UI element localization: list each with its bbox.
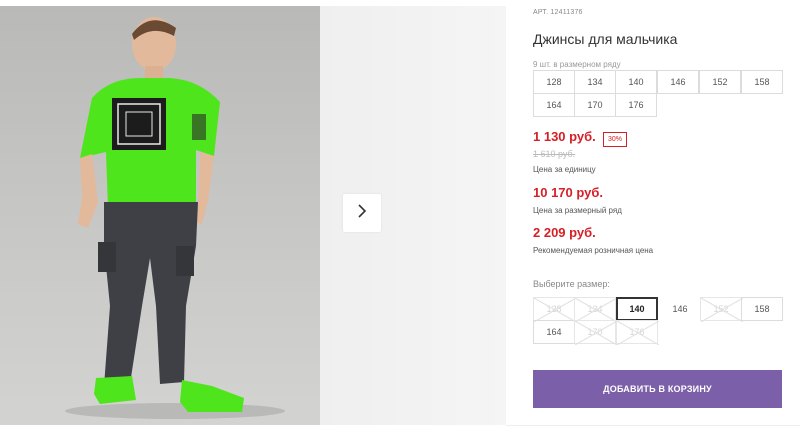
row-price-caption: Цена за размерный ряд — [533, 206, 622, 215]
product-gallery — [0, 0, 506, 425]
product-photo[interactable] — [0, 6, 320, 425]
unit-price-caption: Цена за единицу — [533, 165, 596, 174]
size-option-label: 146 — [672, 304, 688, 314]
boy-illustration — [65, 17, 285, 419]
unit-price: 1 130 руб. — [533, 129, 596, 144]
size-option-unavailable: 152 — [700, 297, 743, 322]
size-option-unavailable: 134 — [574, 297, 617, 322]
size-row-cell: 176 — [615, 93, 657, 117]
retail-price-caption: Рекомендуемая розничная цена — [533, 246, 654, 255]
size-row-cell: 158 — [741, 70, 783, 94]
size-row-cell: 140 — [615, 70, 657, 94]
size-option-label: 158 — [754, 304, 770, 314]
size-row-cell: 152 — [699, 70, 741, 94]
size-option[interactable]: 158 — [741, 297, 783, 321]
size-row-cell: 164 — [533, 93, 575, 117]
size-option-unavailable: 170 — [574, 320, 617, 345]
chevron-right-icon — [356, 203, 368, 224]
size-row-cell: 146 — [657, 70, 699, 94]
size-option-unavailable: 128 — [533, 297, 576, 322]
size-option[interactable]: 146 — [659, 297, 701, 321]
size-option-label: 164 — [546, 327, 562, 337]
size-row-label: 9 шт. в размерном ряду — [533, 60, 621, 69]
size-row-cell: 128 — [533, 70, 575, 94]
size-option-label: 140 — [629, 304, 645, 314]
size-row-cell: 134 — [574, 70, 616, 94]
old-price: 1 610 руб. — [533, 149, 576, 159]
gallery-next-button[interactable] — [343, 194, 381, 232]
size-option[interactable]: 164 — [533, 320, 575, 344]
row-price: 10 170 руб. — [533, 185, 604, 200]
discount-badge: 30% — [603, 132, 628, 147]
product-title: Джинсы для мальчика — [533, 31, 678, 47]
divider — [506, 425, 800, 426]
size-row-cell: 170 — [574, 93, 616, 117]
retail-price: 2 209 руб. — [533, 225, 596, 240]
add-to-cart-button[interactable]: ДОБАВИТЬ В КОРЗИНУ — [533, 370, 782, 408]
size-option-selected[interactable]: 140 — [616, 297, 658, 321]
choose-size-label: Выберите размер: — [533, 279, 610, 289]
size-option-unavailable: 176 — [616, 320, 659, 345]
article-number: АРТ. 12411376 — [533, 9, 583, 16]
